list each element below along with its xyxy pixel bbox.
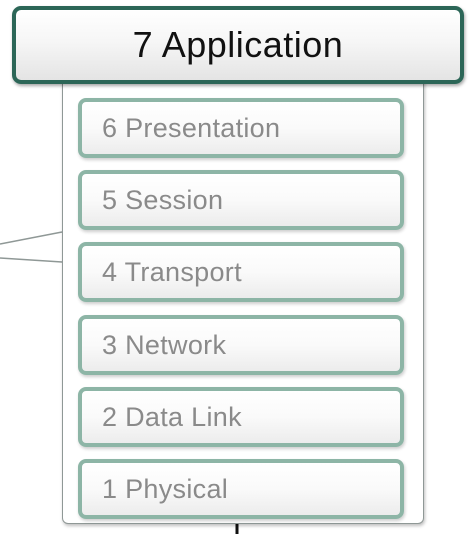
osi-stack-diagram: 7 Application 6 Presentation 5 Session 4… [0,0,471,534]
session-layer-label: 5 Session [102,184,224,215]
transport-layer-box: 4 Transport [78,242,404,302]
application-layer-label: 7 Application [132,24,344,65]
physical-layer-label: 1 Physical [102,473,229,504]
application-layer-box: 7 Application [12,6,464,84]
callout-line-upper [0,231,63,245]
session-layer-box: 5 Session [78,170,404,230]
data-link-layer-box: 2 Data Link [78,387,404,447]
presentation-layer-label: 6 Presentation [102,112,281,143]
presentation-layer-box: 6 Presentation [78,98,404,158]
network-layer-box: 3 Network [78,315,404,375]
network-layer-label: 3 Network [102,329,227,360]
physical-layer-box: 1 Physical [78,459,404,519]
data-link-layer-label: 2 Data Link [102,401,242,432]
transport-layer-label: 4 Transport [102,256,242,287]
callout-line-lower [0,257,63,263]
